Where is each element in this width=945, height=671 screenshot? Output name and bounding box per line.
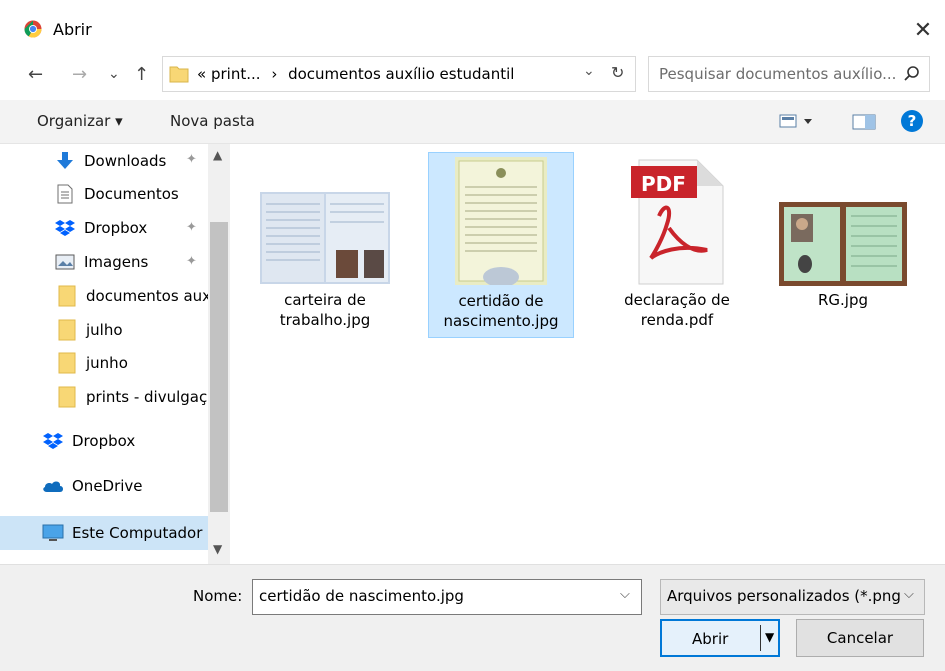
pdf-badge: PDF	[641, 172, 686, 196]
download-icon	[54, 151, 76, 171]
address-bar[interactable]: « print... › documentos auxílio estudant…	[162, 56, 636, 92]
sidebar-item-label: Downloads	[84, 152, 167, 170]
help-label: ?	[907, 112, 917, 130]
folder-icon	[56, 285, 78, 307]
open-button[interactable]: Abrir ▼	[660, 619, 780, 657]
scroll-up-icon[interactable]: ▲	[213, 148, 222, 162]
new-folder-button[interactable]: Nova pasta	[170, 112, 255, 130]
refresh-icon[interactable]: ↻	[611, 63, 624, 82]
pin-icon: ✦	[186, 254, 197, 269]
organize-button[interactable]: Organizar ▾	[37, 112, 123, 130]
file-name: declaração de renda.pdf	[624, 291, 730, 329]
command-bar: Organizar ▾ Nova pasta ?	[0, 100, 945, 144]
back-arrow-icon: ←	[28, 64, 44, 85]
file-type-select[interactable]: Arquivos personalizados (*.png	[660, 579, 925, 615]
search-input[interactable]: Pesquisar documentos auxílio...	[648, 56, 930, 92]
pin-icon: ✦	[186, 152, 197, 167]
file-carteira-de-trabalho[interactable]: carteira de trabalho.jpg	[252, 152, 398, 338]
file-name-label: Nome:	[193, 587, 243, 605]
file-list: carteira de trabalho.jpg certidão de nas…	[230, 144, 945, 564]
file-name: carteira de trabalho.jpg	[279, 291, 371, 329]
search-icon[interactable]	[903, 65, 921, 83]
image-icon	[54, 252, 76, 272]
sidebar-item-label: Imagens	[84, 253, 149, 271]
sidebar-item-prints[interactable]: prints - divulgaç	[56, 382, 208, 412]
folder-icon	[56, 386, 78, 408]
sidebar-item-label: Documentos	[84, 185, 179, 203]
forward-button[interactable]: →	[72, 64, 87, 85]
file-name-input[interactable]: certidão de nascimento.jpg	[252, 579, 642, 615]
help-icon[interactable]: ?	[901, 110, 923, 132]
address-dropdown[interactable]: ⌄	[583, 63, 595, 79]
sidebar-item-label: Este Computador	[72, 524, 203, 542]
up-button[interactable]: ↑	[134, 64, 149, 85]
dropbox-icon	[42, 431, 64, 451]
sidebar-item-label: Dropbox	[72, 432, 136, 450]
search-placeholder: Pesquisar documentos auxílio...	[659, 65, 897, 83]
sidebar-item-junho[interactable]: junho	[56, 348, 208, 378]
close-icon: ✕	[913, 17, 933, 43]
rg-thumbnail	[779, 202, 907, 286]
close-button[interactable]: ✕	[907, 15, 939, 45]
sidebar-item-label: junho	[86, 354, 128, 372]
sidebar-item-julho[interactable]: julho	[56, 315, 208, 345]
window-title: Abrir	[53, 20, 92, 39]
cancel-button[interactable]: Cancelar	[796, 619, 924, 657]
view-options-icon[interactable]	[779, 114, 815, 130]
dropbox-icon	[54, 218, 76, 238]
computer-icon	[42, 523, 64, 543]
split-divider	[760, 625, 761, 651]
breadcrumb-current[interactable]: documentos auxílio estudantil	[288, 65, 514, 83]
breadcrumb-separator[interactable]: ›	[271, 65, 277, 83]
dialog-footer: Nome: certidão de nascimento.jpg ⌵ Arqui…	[0, 564, 945, 671]
pin-icon: ✦	[186, 220, 197, 235]
file-declaracao-de-renda[interactable]: PDF declaração de renda.pdf	[604, 152, 750, 338]
open-options-icon[interactable]: ▼	[765, 630, 774, 644]
sidebar-item-dropbox[interactable]: Dropbox	[42, 426, 208, 456]
sidebar-item-label: prints - divulgaç	[86, 388, 208, 406]
carteira-thumbnail	[260, 192, 390, 284]
breadcrumb-overflow[interactable]: «	[197, 65, 206, 83]
nav-scrollbar[interactable]: ▲ ▼	[208, 144, 230, 564]
file-rg[interactable]: RG.jpg	[770, 152, 916, 338]
recent-locations-button[interactable]: ⌄	[108, 66, 120, 82]
chevron-down-icon: ⌄	[108, 66, 120, 82]
folder-icon	[56, 352, 78, 374]
sidebar-item-documentos-aux[interactable]: documentos aux	[56, 281, 208, 311]
sidebar-item-label: Dropbox	[84, 219, 148, 237]
sidebar-item-label: documentos aux	[86, 287, 208, 305]
navigation-pane: Downloads ✦ Documentos Dropbox ✦ Imagens…	[0, 144, 230, 564]
up-arrow-icon: ↑	[134, 64, 150, 85]
sidebar-item-dropbox-pinned[interactable]: Dropbox	[54, 213, 208, 243]
chevron-down-icon[interactable]: ⌵	[904, 587, 914, 602]
title-bar: Abrir ✕	[0, 0, 945, 45]
address-path[interactable]: « print... › documentos auxílio estudant…	[197, 65, 514, 83]
scroll-thumb[interactable]	[210, 222, 228, 512]
document-icon	[54, 184, 76, 204]
sidebar-item-documentos[interactable]: Documentos	[54, 179, 208, 209]
file-name: certidão de nascimento.jpg	[443, 292, 559, 330]
forward-arrow-icon: →	[72, 64, 88, 85]
sidebar-item-label: julho	[86, 321, 123, 339]
chevron-down-icon[interactable]: ⌵	[620, 587, 630, 602]
folder-icon	[169, 66, 189, 83]
chrome-icon	[24, 20, 42, 38]
sidebar-item-onedrive[interactable]: OneDrive	[42, 471, 208, 501]
open-button-label: Abrir	[692, 630, 729, 648]
sidebar-item-downloads[interactable]: Downloads	[54, 146, 208, 176]
preview-pane-icon[interactable]	[852, 114, 876, 130]
certidao-thumbnail	[455, 157, 547, 285]
sidebar-item-label: OneDrive	[72, 477, 143, 495]
breadcrumb-print[interactable]: print...	[211, 65, 261, 83]
folder-icon	[56, 319, 78, 341]
sidebar-item-imagens[interactable]: Imagens	[54, 247, 208, 277]
back-button[interactable]: ←	[28, 64, 43, 85]
onedrive-icon	[42, 476, 64, 496]
sidebar-item-este-computador[interactable]: Este Computador	[0, 516, 208, 550]
scroll-down-icon[interactable]: ▼	[213, 542, 222, 556]
file-name: RG.jpg	[817, 291, 869, 309]
file-certidao-de-nascimento[interactable]: certidão de nascimento.jpg	[428, 152, 574, 338]
